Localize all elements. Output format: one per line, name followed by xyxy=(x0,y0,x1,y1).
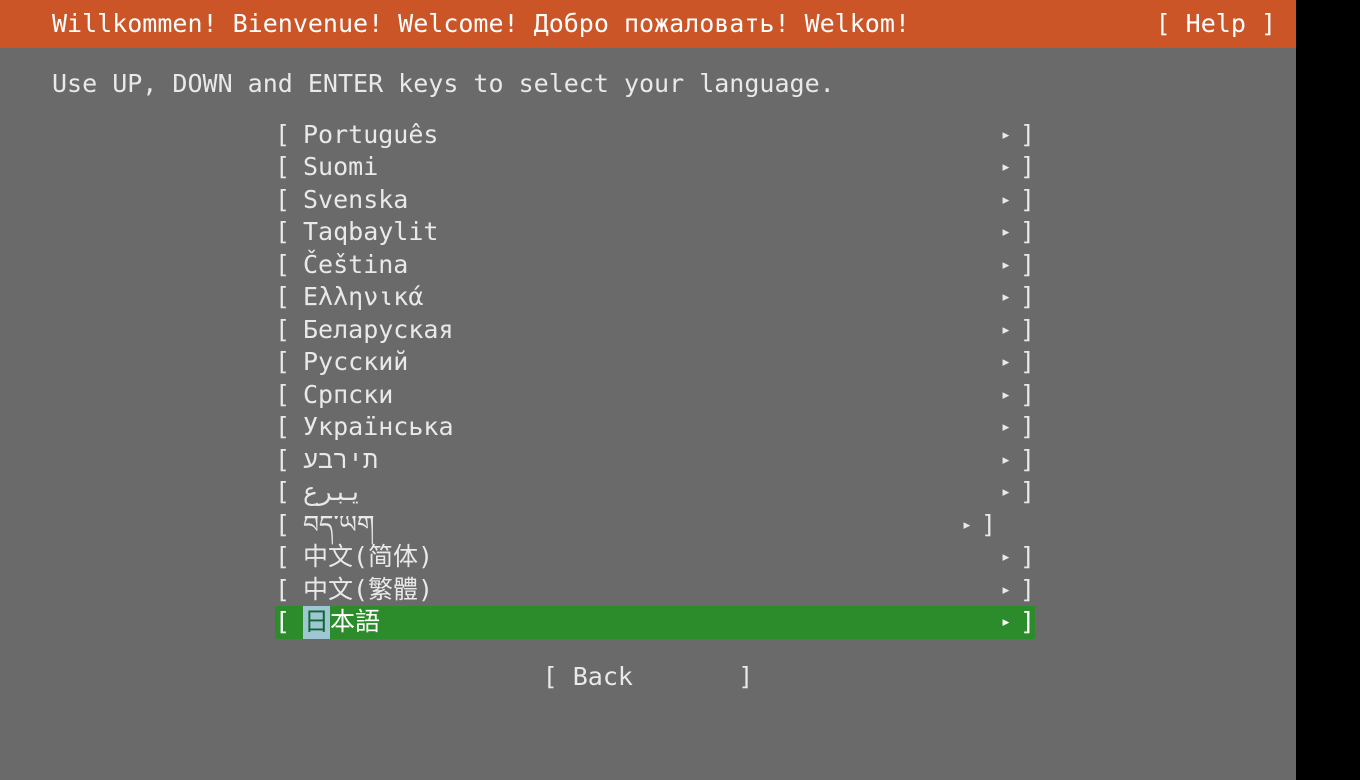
back-label: Back xyxy=(573,662,633,691)
bracket-close: ] xyxy=(1011,119,1035,152)
chevron-right-icon: ▸ xyxy=(977,444,1011,477)
bracket-close: ] xyxy=(1011,216,1035,249)
help-button[interactable]: [ Help ] xyxy=(1156,8,1276,41)
bracket-close: ] xyxy=(1011,379,1035,412)
bracket-open: [ xyxy=(275,509,303,542)
bracket-open: [ xyxy=(275,444,303,477)
chevron-right-icon: ▸ xyxy=(977,574,1011,607)
language-name: Svenska xyxy=(303,184,977,217)
bracket-close: ] xyxy=(1011,151,1035,184)
bracket-open: [ xyxy=(275,119,303,152)
chevron-right-icon: ▸ xyxy=(938,509,972,542)
chevron-right-icon: ▸ xyxy=(977,249,1011,282)
chevron-right-icon: ▸ xyxy=(977,151,1011,184)
bracket-open: [ xyxy=(275,314,303,347)
bracket-close: ] xyxy=(1011,314,1035,347)
language-option[interactable]: [Беларуская▸] xyxy=(275,314,1035,347)
language-name: 中文(繁體) xyxy=(303,574,977,607)
bracket-open: [ xyxy=(275,184,303,217)
back-button[interactable]: [ Back ] xyxy=(0,661,1296,694)
bracket-close: ] xyxy=(1011,574,1035,607)
language-option[interactable]: [Čeština▸] xyxy=(275,249,1035,282)
language-name: Українська xyxy=(303,411,977,444)
language-name: Русский xyxy=(303,346,977,379)
language-option[interactable]: [يبرع▸] xyxy=(275,476,1035,509)
language-name: 日本語 xyxy=(303,606,977,639)
language-option[interactable]: [中文(简体)▸] xyxy=(275,541,1035,574)
language-list: [Português▸][Suomi▸][Svenska▸][Taqbaylit… xyxy=(275,119,1035,639)
top-bar: Willkommen! Bienvenue! Welcome! Добро по… xyxy=(0,0,1296,48)
language-name: תירבע xyxy=(303,444,977,477)
help-label: Help xyxy=(1186,8,1246,41)
bracket-open: [ xyxy=(275,541,303,574)
language-option[interactable]: [Русский▸] xyxy=(275,346,1035,379)
language-option[interactable]: [Українська▸] xyxy=(275,411,1035,444)
language-option[interactable]: [Taqbaylit▸] xyxy=(275,216,1035,249)
language-option[interactable]: [Português▸] xyxy=(275,119,1035,152)
chevron-right-icon: ▸ xyxy=(977,411,1011,444)
right-black-margin xyxy=(1296,0,1360,780)
language-name: Suomi xyxy=(303,151,977,184)
chevron-right-icon: ▸ xyxy=(977,314,1011,347)
chevron-right-icon: ▸ xyxy=(977,184,1011,217)
language-option[interactable]: [תירבע▸] xyxy=(275,444,1035,477)
language-name: 中文(简体) xyxy=(303,541,977,574)
bracket-close: ] xyxy=(1011,606,1035,639)
chevron-right-icon: ▸ xyxy=(977,606,1011,639)
language-option[interactable]: [Српски▸] xyxy=(275,379,1035,412)
instruction-text: Use UP, DOWN and ENTER keys to select yo… xyxy=(0,68,1296,101)
bracket-open: [ xyxy=(275,379,303,412)
bracket-close: ] xyxy=(1011,249,1035,282)
language-option[interactable]: [中文(繁體)▸] xyxy=(275,574,1035,607)
bracket-open: [ xyxy=(275,476,303,509)
bracket-open: [ xyxy=(275,411,303,444)
language-option[interactable]: [Svenska▸] xyxy=(275,184,1035,217)
language-option[interactable]: [Ελληνικά▸] xyxy=(275,281,1035,314)
bracket-open: [ xyxy=(275,151,303,184)
language-name: Ελληνικά xyxy=(303,281,977,314)
language-name: བད་ཡག xyxy=(303,509,938,542)
chevron-right-icon: ▸ xyxy=(977,379,1011,412)
chevron-right-icon: ▸ xyxy=(977,346,1011,379)
bracket-close: ] xyxy=(1011,541,1035,574)
chevron-right-icon: ▸ xyxy=(977,216,1011,249)
language-name: Português xyxy=(303,119,977,152)
chevron-right-icon: ▸ xyxy=(977,119,1011,152)
bracket-close: ] xyxy=(1011,411,1035,444)
language-name: يبرع xyxy=(303,476,977,509)
bracket-close: ] xyxy=(972,509,996,542)
language-option[interactable]: [Suomi▸] xyxy=(275,151,1035,184)
language-option[interactable]: [日本語▸] xyxy=(275,606,1035,639)
language-name: Čeština xyxy=(303,249,977,282)
welcome-title: Willkommen! Bienvenue! Welcome! Добро по… xyxy=(52,8,910,41)
bracket-open: [ xyxy=(275,574,303,607)
bracket-close: ] xyxy=(1011,444,1035,477)
bracket-open: [ xyxy=(275,346,303,379)
bracket-close: ] xyxy=(1011,476,1035,509)
language-name: Беларуская xyxy=(303,314,977,347)
bracket-open: [ xyxy=(1156,8,1186,41)
bracket-close: ] xyxy=(1011,184,1035,217)
bracket-open: [ xyxy=(275,606,303,639)
bracket-close: ] xyxy=(1011,281,1035,314)
language-name: Српски xyxy=(303,379,977,412)
language-name: Taqbaylit xyxy=(303,216,977,249)
chevron-right-icon: ▸ xyxy=(977,281,1011,314)
chevron-right-icon: ▸ xyxy=(977,476,1011,509)
bracket-open: [ xyxy=(275,281,303,314)
bracket-close: ] xyxy=(1011,346,1035,379)
bracket-open: [ xyxy=(275,216,303,249)
chevron-right-icon: ▸ xyxy=(977,541,1011,574)
installer-screen: Willkommen! Bienvenue! Welcome! Добро по… xyxy=(0,0,1296,780)
bracket-close: ] xyxy=(1246,8,1276,41)
bracket-open: [ xyxy=(275,249,303,282)
language-option[interactable]: [བད་ཡག▸] xyxy=(275,509,1035,542)
